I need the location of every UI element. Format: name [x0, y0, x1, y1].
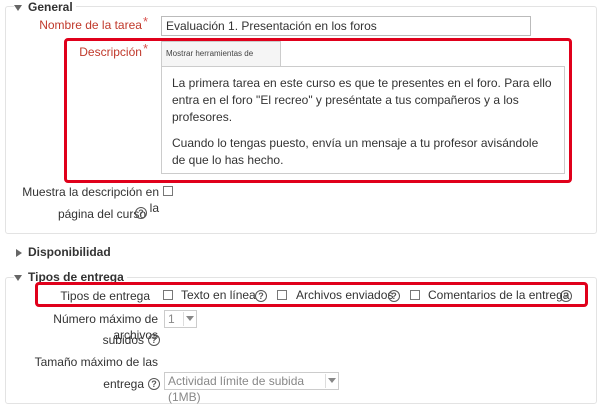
- max-size-line2: entrega: [103, 377, 144, 391]
- submission-types-highlight-box: [35, 282, 588, 307]
- general-legend-text: General: [28, 0, 73, 14]
- task-name-label: Nombre de la tarea*: [20, 14, 148, 33]
- max-size-label-2: entrega: [14, 376, 144, 392]
- max-files-label-2: subidos: [14, 332, 144, 348]
- task-name-input[interactable]: Evaluación 1. Presentación en los foros: [161, 16, 531, 36]
- show-description-line2: página del curso: [57, 207, 146, 221]
- collapse-down-icon: [14, 274, 22, 281]
- dropdown-arrow-icon: [186, 316, 194, 321]
- max-size-line1: Tamaño máximo de las: [34, 355, 158, 369]
- show-description-label-2: página del curso: [14, 206, 146, 222]
- required-icon: *: [142, 14, 148, 29]
- help-icon[interactable]: ?: [135, 207, 147, 219]
- general-legend[interactable]: General: [14, 0, 76, 14]
- select-separator: [183, 312, 184, 326]
- max-files-select[interactable]: 1: [164, 310, 197, 328]
- description-highlight-box: [64, 38, 572, 183]
- select-separator: [325, 374, 326, 388]
- show-description-checkbox[interactable]: [163, 186, 173, 196]
- expand-right-icon: [16, 248, 22, 257]
- max-size-label: Tamaño máximo de las: [14, 354, 158, 370]
- max-files-line2: subidos: [102, 333, 144, 347]
- dropdown-arrow-icon: [328, 378, 336, 383]
- max-files-value: 1: [168, 312, 175, 326]
- help-icon[interactable]: ?: [148, 334, 160, 346]
- help-icon[interactable]: ?: [148, 378, 160, 390]
- task-name-label-text: Nombre de la tarea: [39, 18, 142, 32]
- availability-legend-text: Disponibilidad: [28, 245, 111, 259]
- collapse-down-icon: [14, 4, 22, 11]
- max-size-select[interactable]: Actividad límite de subida (1MB): [164, 372, 339, 404]
- availability-legend[interactable]: Disponibilidad: [16, 245, 114, 259]
